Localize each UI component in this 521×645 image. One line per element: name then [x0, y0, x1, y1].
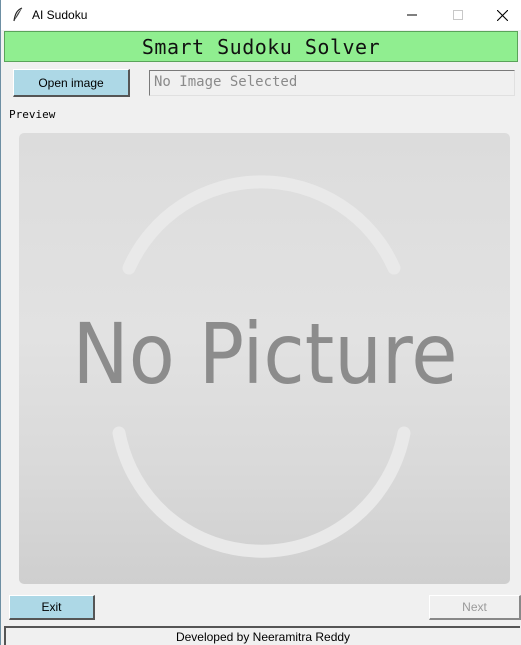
maximize-icon	[453, 10, 463, 20]
feather-icon	[13, 7, 23, 22]
image-preview: No Picture	[19, 133, 510, 584]
footer-credit: Developed by Neeramitra Reddy	[4, 626, 520, 645]
open-image-button[interactable]: Open image	[13, 69, 130, 97]
next-button[interactable]: Next	[429, 595, 521, 620]
app-heading: Smart Sudoku Solver	[141, 34, 381, 59]
file-path-field[interactable]: No Image Selected	[149, 70, 515, 96]
exit-button[interactable]: Exit	[9, 595, 95, 620]
close-icon	[496, 9, 508, 21]
title-bar[interactable]: AI Sudoku	[1, 0, 521, 30]
maximize-button[interactable]	[435, 0, 481, 30]
close-button[interactable]	[479, 0, 521, 30]
minimize-icon	[407, 14, 417, 16]
no-picture-placeholder: No Picture	[73, 175, 458, 558]
header-banner: Smart Sudoku Solver	[4, 31, 518, 62]
app-window: AI Sudoku Smart Sudoku Solver Open image…	[0, 0, 521, 645]
window-title: AI Sudoku	[32, 8, 88, 22]
no-picture-text: No Picture	[73, 305, 458, 403]
preview-label: Preview	[9, 108, 56, 121]
minimize-button[interactable]	[389, 0, 435, 30]
